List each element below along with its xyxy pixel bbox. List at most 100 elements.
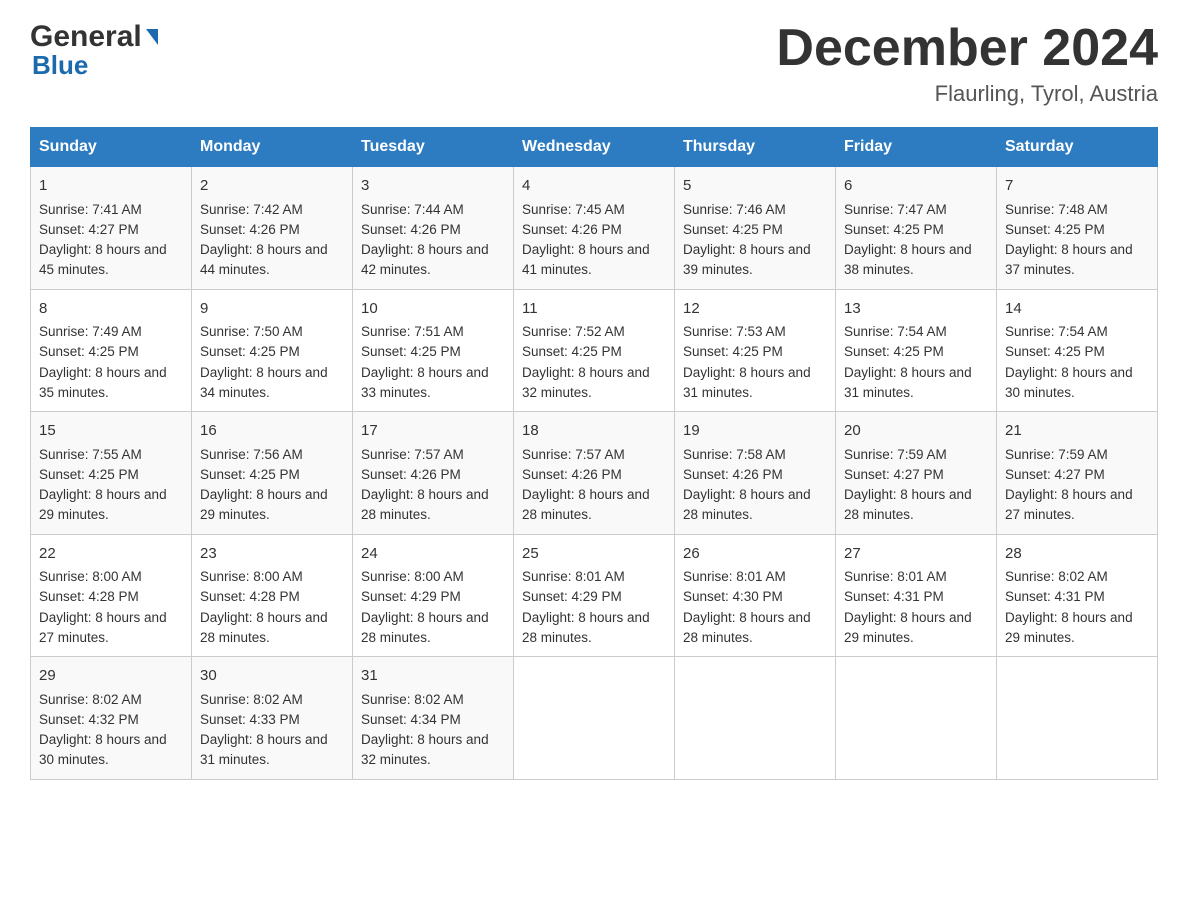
table-row — [997, 657, 1158, 780]
day-number: 2 — [200, 175, 344, 198]
day-number: 22 — [39, 543, 183, 566]
day-info: Sunrise: 7:51 AMSunset: 4:25 PMDaylight:… — [361, 324, 489, 400]
day-info: Sunrise: 8:02 AMSunset: 4:34 PMDaylight:… — [361, 692, 489, 768]
day-info: Sunrise: 7:57 AMSunset: 4:26 PMDaylight:… — [361, 447, 489, 523]
day-info: Sunrise: 7:45 AMSunset: 4:26 PMDaylight:… — [522, 202, 650, 278]
day-info: Sunrise: 8:01 AMSunset: 4:30 PMDaylight:… — [683, 569, 811, 645]
table-row: 12 Sunrise: 7:53 AMSunset: 4:25 PMDayligh… — [675, 289, 836, 412]
table-row: 16Sunrise: 7:56 AMSunset: 4:25 PMDayligh… — [192, 412, 353, 535]
day-info: Sunrise: 8:01 AMSunset: 4:31 PMDaylight:… — [844, 569, 972, 645]
table-row: 1 Sunrise: 7:41 AMSunset: 4:27 PMDaylight… — [31, 167, 192, 290]
day-info: Sunrise: 8:02 AMSunset: 4:31 PMDaylight:… — [1005, 569, 1133, 645]
page-header: General Blue December 2024 Flaurling, Ty… — [30, 20, 1158, 107]
table-row — [675, 657, 836, 780]
day-number: 16 — [200, 420, 344, 443]
day-info: Sunrise: 8:00 AMSunset: 4:29 PMDaylight:… — [361, 569, 489, 645]
table-row: 19 Sunrise: 7:58 AMSunset: 4:26 PMDayligh… — [675, 412, 836, 535]
day-number: 6 — [844, 175, 988, 198]
day-number: 4 — [522, 175, 666, 198]
logo: General Blue — [30, 20, 158, 81]
day-info: Sunrise: 7:55 AMSunset: 4:25 PMDaylight:… — [39, 447, 167, 523]
table-row: 9 Sunrise: 7:50 AMSunset: 4:25 PMDaylight… — [192, 289, 353, 412]
table-row: 31Sunrise: 8:02 AMSunset: 4:34 PMDayligh… — [353, 657, 514, 780]
day-number: 8 — [39, 298, 183, 321]
calendar-week-row: 15 Sunrise: 7:55 AMSunset: 4:25 PMDayligh… — [31, 412, 1158, 535]
page-title: December 2024 — [776, 20, 1158, 77]
day-info: Sunrise: 8:01 AMSunset: 4:29 PMDaylight:… — [522, 569, 650, 645]
day-number: 9 — [200, 298, 344, 321]
col-sunday: Sunday — [31, 128, 192, 167]
table-row: 18Sunrise: 7:57 AMSunset: 4:26 PMDayligh… — [514, 412, 675, 535]
table-row: 29Sunrise: 8:02 AMSunset: 4:32 PMDayligh… — [31, 657, 192, 780]
col-thursday: Thursday — [675, 128, 836, 167]
day-number: 15 — [39, 420, 183, 443]
table-row: 4 Sunrise: 7:45 AMSunset: 4:26 PMDaylight… — [514, 167, 675, 290]
day-info: Sunrise: 7:44 AMSunset: 4:26 PMDaylight:… — [361, 202, 489, 278]
day-info: Sunrise: 7:48 AMSunset: 4:25 PMDaylight:… — [1005, 202, 1133, 278]
title-block: December 2024 Flaurling, Tyrol, Austria — [776, 20, 1158, 107]
day-number: 5 — [683, 175, 827, 198]
day-number: 30 — [200, 665, 344, 688]
day-number: 24 — [361, 543, 505, 566]
day-info: Sunrise: 7:50 AMSunset: 4:25 PMDaylight:… — [200, 324, 328, 400]
col-saturday: Saturday — [997, 128, 1158, 167]
table-row: 23Sunrise: 8:00 AMSunset: 4:28 PMDayligh… — [192, 534, 353, 657]
day-number: 26 — [683, 543, 827, 566]
day-info: Sunrise: 7:57 AMSunset: 4:26 PMDaylight:… — [522, 447, 650, 523]
table-row: 5Sunrise: 7:46 AMSunset: 4:25 PMDaylight… — [675, 167, 836, 290]
table-row: 8 Sunrise: 7:49 AMSunset: 4:25 PMDaylight… — [31, 289, 192, 412]
logo-blue: Blue — [32, 50, 88, 81]
calendar-week-row: 1 Sunrise: 7:41 AMSunset: 4:27 PMDaylight… — [31, 167, 1158, 290]
table-row: 3 Sunrise: 7:44 AMSunset: 4:26 PMDaylight… — [353, 167, 514, 290]
day-number: 1 — [39, 175, 183, 198]
table-row: 11Sunrise: 7:52 AMSunset: 4:25 PMDayligh… — [514, 289, 675, 412]
day-number: 3 — [361, 175, 505, 198]
table-row: 21Sunrise: 7:59 AMSunset: 4:27 PMDayligh… — [997, 412, 1158, 535]
day-number: 10 — [361, 298, 505, 321]
table-row: 15 Sunrise: 7:55 AMSunset: 4:25 PMDayligh… — [31, 412, 192, 535]
table-row: 7 Sunrise: 7:48 AMSunset: 4:25 PMDaylight… — [997, 167, 1158, 290]
day-number: 14 — [1005, 298, 1149, 321]
day-info: Sunrise: 7:53 AMSunset: 4:25 PMDaylight:… — [683, 324, 811, 400]
day-number: 25 — [522, 543, 666, 566]
col-monday: Monday — [192, 128, 353, 167]
day-info: Sunrise: 7:49 AMSunset: 4:25 PMDaylight:… — [39, 324, 167, 400]
day-number: 29 — [39, 665, 183, 688]
table-row: 26 Sunrise: 8:01 AMSunset: 4:30 PMDayligh… — [675, 534, 836, 657]
day-info: Sunrise: 7:42 AMSunset: 4:26 PMDaylight:… — [200, 202, 328, 278]
day-number: 20 — [844, 420, 988, 443]
table-row: 10 Sunrise: 7:51 AMSunset: 4:25 PMDayligh… — [353, 289, 514, 412]
day-number: 19 — [683, 420, 827, 443]
day-number: 7 — [1005, 175, 1149, 198]
day-info: Sunrise: 7:54 AMSunset: 4:25 PMDaylight:… — [844, 324, 972, 400]
table-row: 6 Sunrise: 7:47 AMSunset: 4:25 PMDaylight… — [836, 167, 997, 290]
calendar-table: Sunday Monday Tuesday Wednesday Thursday… — [30, 127, 1158, 780]
table-row: 24 Sunrise: 8:00 AMSunset: 4:29 PMDayligh… — [353, 534, 514, 657]
col-wednesday: Wednesday — [514, 128, 675, 167]
calendar-header-row: Sunday Monday Tuesday Wednesday Thursday… — [31, 128, 1158, 167]
table-row: 14 Sunrise: 7:54 AMSunset: 4:25 PMDayligh… — [997, 289, 1158, 412]
table-row: 30 Sunrise: 8:02 AMSunset: 4:33 PMDayligh… — [192, 657, 353, 780]
day-number: 12 — [683, 298, 827, 321]
day-info: Sunrise: 7:58 AMSunset: 4:26 PMDaylight:… — [683, 447, 811, 523]
table-row: 13 Sunrise: 7:54 AMSunset: 4:25 PMDayligh… — [836, 289, 997, 412]
table-row: 25 Sunrise: 8:01 AMSunset: 4:29 PMDayligh… — [514, 534, 675, 657]
day-number: 13 — [844, 298, 988, 321]
day-info: Sunrise: 8:02 AMSunset: 4:33 PMDaylight:… — [200, 692, 328, 768]
table-row: 20 Sunrise: 7:59 AMSunset: 4:27 PMDayligh… — [836, 412, 997, 535]
day-number: 11 — [522, 298, 666, 321]
day-number: 28 — [1005, 543, 1149, 566]
table-row: 27Sunrise: 8:01 AMSunset: 4:31 PMDayligh… — [836, 534, 997, 657]
day-info: Sunrise: 7:59 AMSunset: 4:27 PMDaylight:… — [844, 447, 972, 523]
day-info: Sunrise: 7:47 AMSunset: 4:25 PMDaylight:… — [844, 202, 972, 278]
col-tuesday: Tuesday — [353, 128, 514, 167]
day-number: 21 — [1005, 420, 1149, 443]
calendar-week-row: 8 Sunrise: 7:49 AMSunset: 4:25 PMDaylight… — [31, 289, 1158, 412]
table-row: 28 Sunrise: 8:02 AMSunset: 4:31 PMDayligh… — [997, 534, 1158, 657]
col-friday: Friday — [836, 128, 997, 167]
calendar-week-row: 29Sunrise: 8:02 AMSunset: 4:32 PMDayligh… — [31, 657, 1158, 780]
table-row — [514, 657, 675, 780]
day-info: Sunrise: 7:41 AMSunset: 4:27 PMDaylight:… — [39, 202, 167, 278]
day-info: Sunrise: 7:54 AMSunset: 4:25 PMDaylight:… — [1005, 324, 1133, 400]
logo-general: General — [30, 20, 142, 54]
